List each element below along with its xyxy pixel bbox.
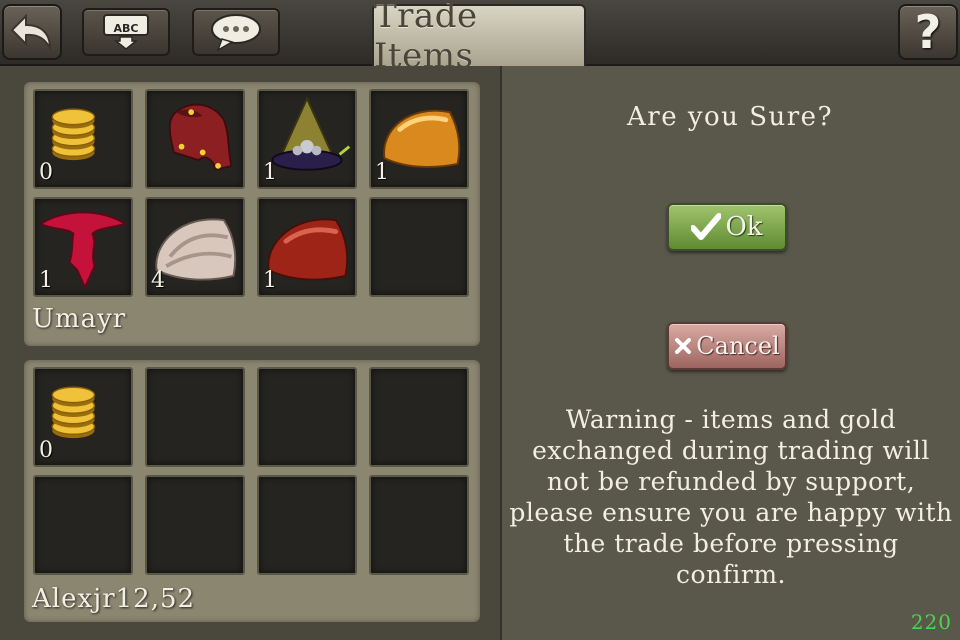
player-name: Umayr: [32, 304, 127, 334]
item-quantity: 0: [39, 160, 53, 185]
counter-value: 220: [910, 610, 952, 634]
confirm-question: Are you Sure?: [626, 102, 834, 132]
tab-trade-items[interactable]: Trade Items: [372, 0, 586, 76]
item-slot[interactable]: 4: [145, 197, 245, 297]
item-quantity: 1: [263, 160, 277, 185]
question-mark-icon: ?: [914, 5, 942, 59]
item-slot[interactable]: [145, 475, 245, 575]
item-quantity: 1: [375, 160, 389, 185]
item-slot[interactable]: [257, 475, 357, 575]
ok-button[interactable]: Ok: [667, 203, 787, 251]
cancel-button[interactable]: Cancel: [667, 322, 787, 370]
item-slot[interactable]: [369, 475, 469, 575]
item-quantity: 0: [39, 438, 53, 463]
item-quantity: 1: [39, 268, 53, 293]
item-slot[interactable]: [33, 475, 133, 575]
checkmark-icon: [691, 213, 722, 240]
help-button[interactable]: ?: [898, 4, 958, 60]
back-button[interactable]: [2, 4, 62, 60]
item-slot[interactable]: [369, 197, 469, 297]
item-slot[interactable]: [145, 367, 245, 467]
item-slot[interactable]: 1: [369, 89, 469, 189]
keyboard-button[interactable]: ABC: [82, 8, 170, 56]
ok-label: Ok: [725, 212, 763, 242]
keyboard-label: ABC: [113, 22, 139, 35]
item-slot[interactable]: 0: [33, 89, 133, 189]
item-slot[interactable]: [257, 367, 357, 467]
chat-bubble-icon: [211, 14, 261, 52]
player-panel-1: 0 1 1 1 4 1 Umayr: [24, 82, 480, 346]
chat-button[interactable]: [192, 8, 280, 56]
item-slot[interactable]: [145, 89, 245, 189]
back-arrow-icon: [10, 13, 52, 52]
item-quantity: 4: [151, 268, 165, 293]
item-slot[interactable]: 1: [257, 89, 357, 189]
player-name: Alexjr12,52: [32, 584, 196, 614]
red-jester-hat-icon: [168, 103, 233, 171]
warning-text: Warning - items and gold exchanged durin…: [509, 405, 953, 589]
item-quantity: 1: [263, 268, 277, 293]
item-slot[interactable]: [369, 367, 469, 467]
item-slot[interactable]: 0: [33, 367, 133, 467]
item-slot[interactable]: 1: [33, 197, 133, 297]
x-icon: [675, 338, 692, 354]
item-slot[interactable]: 1: [257, 197, 357, 297]
cancel-label: Cancel: [696, 332, 780, 360]
player-panel-2: 0 Alexjr12,52: [24, 360, 480, 622]
